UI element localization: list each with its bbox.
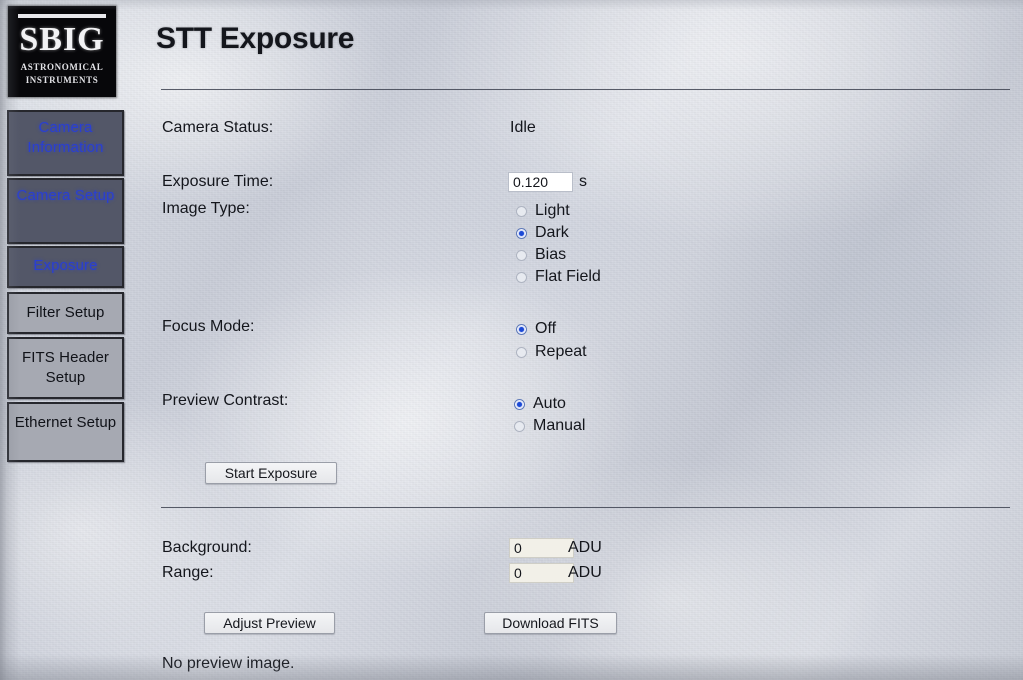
radio-label: Off	[535, 320, 557, 337]
radio-label: Bias	[535, 246, 567, 263]
screen-surface: SBIG ASTRONOMICAL INSTRUMENTS Camera Inf…	[0, 0, 1023, 680]
sidebar-item-camera-information[interactable]: Camera Information	[7, 110, 124, 176]
section-divider	[161, 507, 1010, 508]
radio-icon[interactable]	[514, 398, 525, 410]
adjust-preview-button[interactable]: Adjust Preview	[204, 612, 335, 634]
radio-label: Dark	[535, 224, 569, 241]
background-input[interactable]	[509, 538, 574, 558]
camera-status-label: Camera Status:	[162, 119, 274, 136]
range-label: Range:	[162, 564, 214, 581]
sidebar-item-fits-header-setup[interactable]: FITS Header Setup	[7, 337, 124, 399]
sidebar: SBIG ASTRONOMICAL INSTRUMENTS Camera Inf…	[0, 0, 130, 680]
preview-contrast-option-manual[interactable]: Manual	[514, 417, 585, 435]
radio-icon[interactable]	[516, 271, 527, 283]
radio-icon[interactable]	[516, 346, 527, 358]
sidebar-item-exposure[interactable]: Exposure	[7, 246, 124, 288]
focus-mode-option-repeat[interactable]: Repeat	[516, 343, 587, 361]
radio-label: Manual	[533, 417, 586, 434]
radio-icon[interactable]	[516, 205, 527, 217]
exposure-time-input[interactable]	[508, 172, 573, 192]
image-type-option-light[interactable]: Light	[516, 202, 570, 220]
sidebar-item-label: Filter Setup	[26, 304, 105, 321]
logo-tagline-line1: ASTRONOMICAL	[20, 62, 104, 72]
start-exposure-button[interactable]: Start Exposure	[205, 462, 337, 484]
radio-label: Light	[535, 202, 570, 219]
preview-status-text: No preview image.	[162, 655, 295, 672]
radio-icon[interactable]	[514, 420, 525, 432]
sidebar-item-label: Camera Information	[27, 119, 104, 156]
image-type-label: Image Type:	[162, 200, 250, 217]
exposure-time-label: Exposure Time:	[162, 173, 274, 190]
background-unit: ADU	[568, 539, 602, 556]
radio-label: Auto	[533, 395, 566, 412]
main-content: STT Exposure Camera Status: Idle Exposur…	[130, 0, 1023, 680]
sbig-logo: SBIG ASTRONOMICAL INSTRUMENTS	[8, 6, 116, 97]
sidebar-item-label: Exposure	[33, 257, 98, 274]
radio-label: Repeat	[535, 343, 587, 360]
sidebar-item-camera-setup[interactable]: Camera Setup	[7, 178, 124, 244]
preview-contrast-option-auto[interactable]: Auto	[514, 395, 566, 413]
background-label: Background:	[162, 539, 252, 556]
range-unit: ADU	[568, 564, 602, 581]
image-type-option-dark[interactable]: Dark	[516, 224, 569, 242]
radio-icon[interactable]	[516, 323, 527, 335]
sidebar-item-filter-setup[interactable]: Filter Setup	[7, 292, 124, 334]
logo-wordmark: SBIG	[19, 21, 105, 58]
camera-status-value: Idle	[510, 119, 536, 136]
sidebar-item-label: FITS Header Setup	[22, 349, 109, 386]
logo-tagline-line2: INSTRUMENTS	[25, 75, 99, 85]
image-type-option-bias[interactable]: Bias	[516, 246, 566, 264]
exposure-time-unit: s	[579, 173, 587, 190]
radio-label: Flat Field	[535, 268, 601, 285]
logo-top-bar	[18, 14, 106, 18]
focus-mode-option-off[interactable]: Off	[516, 320, 556, 338]
radio-icon[interactable]	[516, 227, 527, 239]
range-input[interactable]	[509, 563, 574, 583]
sidebar-item-label: Ethernet Setup	[14, 414, 117, 431]
image-type-option-flat-field[interactable]: Flat Field	[516, 268, 601, 286]
header-divider	[161, 89, 1010, 90]
download-fits-button[interactable]: Download FITS	[484, 612, 617, 634]
radio-icon[interactable]	[516, 249, 527, 261]
sidebar-item-label: Camera Setup	[16, 187, 115, 204]
sidebar-item-ethernet-setup[interactable]: Ethernet Setup	[7, 402, 124, 462]
page-title: STT Exposure	[156, 22, 355, 55]
preview-contrast-label: Preview Contrast:	[162, 392, 289, 409]
focus-mode-label: Focus Mode:	[162, 318, 255, 335]
